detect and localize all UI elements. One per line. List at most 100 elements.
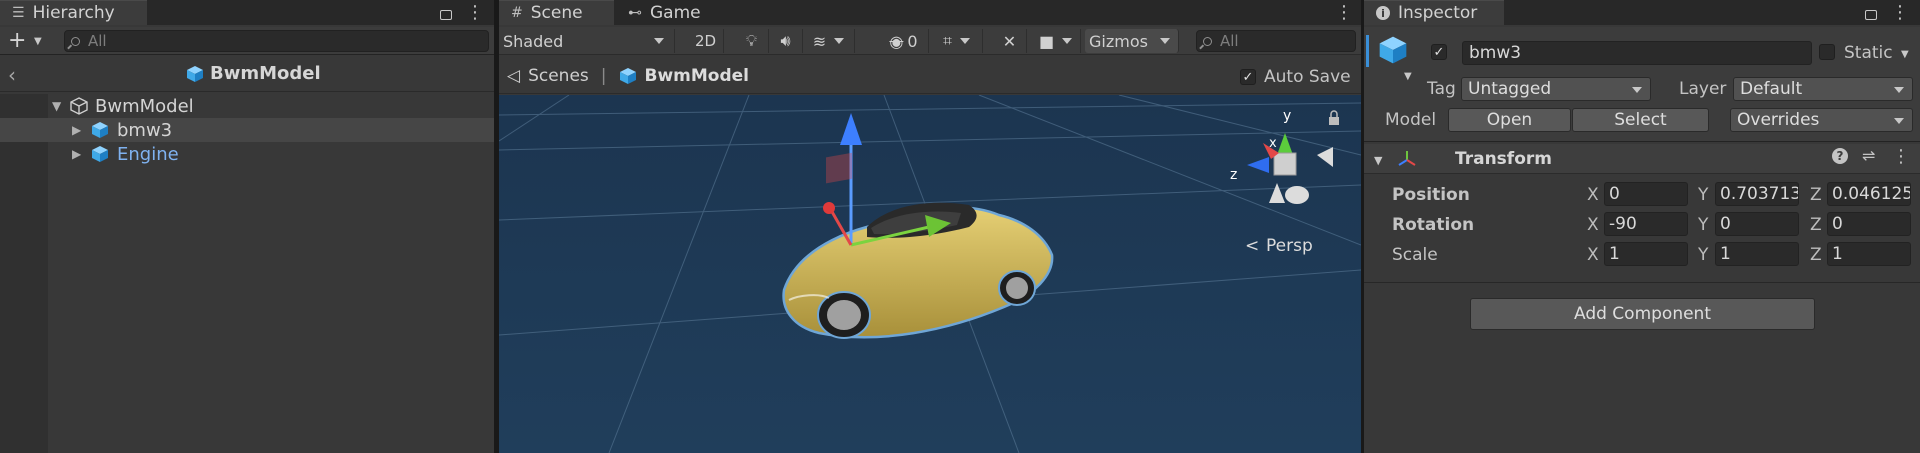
inspector-panel: i Inspector ⋮ ▼ ✓ bmw3 Static ▼ Tag Unta… <box>1364 0 1920 453</box>
projection-arrow-icon: < <box>1245 236 1259 256</box>
add-component-button[interactable]: Add Component <box>1470 298 1815 330</box>
transform-title: Transform <box>1455 149 1552 169</box>
gizmos-dropdown[interactable]: Gizmos <box>1085 29 1179 53</box>
lighting-toggle-button[interactable]: 💡︎ <box>735 29 769 53</box>
rotation-x-field[interactable]: -90 <box>1604 212 1688 236</box>
hierarchy-row-bmw3[interactable]: ▶ bmw3 <box>0 118 494 142</box>
auto-save-checkbox[interactable]: ✓ <box>1240 69 1256 85</box>
hierarchy-item-label: BwmModel <box>95 95 194 117</box>
gizmo-x-label: x <box>1269 136 1277 151</box>
foldout-arrow-icon[interactable]: ▼ <box>1374 154 1382 167</box>
toggle-2d-button[interactable]: 2D <box>688 29 724 53</box>
icon-dropdown-caret-icon[interactable]: ▼ <box>1404 71 1412 82</box>
tools-button[interactable]: ✕ <box>993 29 1027 53</box>
rotation-y-field[interactable]: 0 <box>1715 212 1799 236</box>
open-prefab-button[interactable]: Open <box>1448 108 1571 132</box>
create-dropdown-caret-icon[interactable]: ▼ <box>34 36 42 47</box>
camera-dropdown[interactable]: ■ <box>1031 29 1081 53</box>
more-options-icon[interactable]: ⋮ <box>1335 2 1353 23</box>
audio-toggle-button[interactable]: 🔊︎ <box>769 29 803 53</box>
static-dropdown-caret-icon[interactable]: ▼ <box>1901 49 1909 60</box>
more-options-icon[interactable]: ⋮ <box>1891 2 1909 23</box>
toggle-2d-label: 2D <box>694 32 717 50</box>
expand-arrow-right-icon[interactable]: ▶ <box>72 147 81 161</box>
shading-mode-dropdown[interactable]: Shaded <box>503 29 675 53</box>
tag-dropdown[interactable]: Untagged <box>1461 77 1651 101</box>
breadcrumb-scenes[interactable]: Scenes <box>528 66 589 86</box>
projection-label[interactable]: Persp <box>1266 236 1313 256</box>
scale-y-label[interactable]: Y <box>1698 245 1708 265</box>
prefab-indicator-bar <box>1366 35 1369 67</box>
help-icon[interactable]: ? <box>1832 148 1848 164</box>
tab-hierarchy[interactable]: ☰ Hierarchy <box>0 0 147 25</box>
rotation-label: Rotation <box>1392 215 1475 235</box>
position-label: Position <box>1392 185 1470 205</box>
scenes-back-icon: ◁ <box>507 66 521 86</box>
breadcrumb-prefab[interactable]: BwmModel <box>645 66 750 86</box>
static-label[interactable]: Static <box>1844 43 1893 63</box>
chevron-down-icon <box>960 38 970 44</box>
position-y-label[interactable]: Y <box>1698 185 1708 205</box>
scale-x-field[interactable]: 1 <box>1604 242 1688 266</box>
static-checkbox[interactable] <box>1819 44 1835 60</box>
breadcrumb: ◁ Scenes | BwmModel <box>507 66 749 86</box>
expand-arrow-down-icon[interactable]: ▼ <box>52 99 61 113</box>
tab-scene[interactable]: # Scene <box>499 0 614 25</box>
grid-snapping-dropdown[interactable]: ⌗ <box>931 29 983 53</box>
presets-icon[interactable]: ⇌ <box>1862 146 1875 165</box>
camera-icon: ■ <box>1038 31 1055 51</box>
z-axis-handle[interactable] <box>823 202 835 214</box>
lock-icon[interactable] <box>1865 9 1877 20</box>
eye-slash-icon: ◉ <box>889 31 904 51</box>
scene-tabstrip: # Scene ⊷ Game ⋮ <box>499 0 1361 25</box>
auto-save-toggle[interactable]: ✓ Auto Save <box>1240 67 1351 87</box>
list-icon: ☰ <box>12 5 25 21</box>
tab-game[interactable]: ⊷ Game <box>616 0 716 25</box>
hierarchy-row-engine[interactable]: ▶ Engine <box>0 142 494 166</box>
more-options-icon[interactable]: ⋮ <box>466 2 484 23</box>
scene-viewport[interactable]: y x z < Persp <box>499 95 1361 453</box>
hierarchy-panel: ☰ Hierarchy ⋮ + ▼ All ‹ BwmModel ▼ BwmMo… <box>0 0 494 453</box>
layer-dropdown[interactable]: Default <box>1733 77 1913 101</box>
position-x-field[interactable]: 0 <box>1604 182 1688 206</box>
gameobject-outline-icon <box>70 97 88 115</box>
prefab-cube-icon <box>186 65 204 83</box>
rotation-x-label[interactable]: X <box>1587 215 1599 235</box>
grid-snap-icon: ⌗ <box>942 31 952 50</box>
scene-visibility-toggle[interactable]: ◉ 0 <box>879 29 929 53</box>
position-x-label[interactable]: X <box>1587 185 1599 205</box>
hierarchy-search-input[interactable]: All <box>64 30 489 52</box>
transform-component-header[interactable]: ▼ Transform ? ⇌ ⋮ <box>1364 144 1920 174</box>
overrides-dropdown[interactable]: Overrides <box>1730 108 1913 132</box>
effects-icon: ≋ <box>812 31 827 51</box>
hierarchy-item-label: Engine <box>117 143 179 165</box>
active-checkbox[interactable]: ✓ <box>1431 44 1447 60</box>
scene-tab-controls: ⋮ <box>1335 0 1353 25</box>
lock-icon[interactable] <box>440 9 452 20</box>
breadcrumb-separator: | <box>600 66 607 86</box>
scene-search-input[interactable]: All <box>1196 30 1356 52</box>
scale-z-label[interactable]: Z <box>1810 245 1822 265</box>
gizmos-label: Gizmos <box>1089 31 1148 51</box>
expand-arrow-right-icon[interactable]: ▶ <box>72 123 81 137</box>
position-z-field[interactable]: 0.046125 <box>1827 182 1911 206</box>
hierarchy-row-root[interactable]: ▼ BwmModel <box>0 94 494 118</box>
rotation-z-field[interactable]: 0 <box>1827 212 1911 236</box>
scale-y-field[interactable]: 1 <box>1715 242 1799 266</box>
select-prefab-button[interactable]: Select <box>1572 108 1709 132</box>
create-plus-icon[interactable]: + <box>8 28 26 53</box>
chevron-down-icon <box>1160 38 1170 44</box>
gizmo-z-label: z <box>1230 167 1237 183</box>
search-icon <box>1203 36 1212 46</box>
position-z-label[interactable]: Z <box>1810 185 1822 205</box>
rotation-z-label[interactable]: Z <box>1810 215 1822 235</box>
rotation-y-label[interactable]: Y <box>1698 215 1708 235</box>
object-name-field[interactable]: bmw3 <box>1462 41 1812 65</box>
back-chevron-icon[interactable]: ‹ <box>8 63 16 87</box>
tab-inspector[interactable]: i Inspector <box>1364 0 1504 25</box>
effects-dropdown[interactable]: ≋ <box>803 29 855 53</box>
scale-x-label[interactable]: X <box>1587 245 1599 265</box>
more-options-icon[interactable]: ⋮ <box>1892 146 1910 167</box>
scale-z-field[interactable]: 1 <box>1827 242 1911 266</box>
position-y-field[interactable]: 0.703713 <box>1715 182 1799 206</box>
